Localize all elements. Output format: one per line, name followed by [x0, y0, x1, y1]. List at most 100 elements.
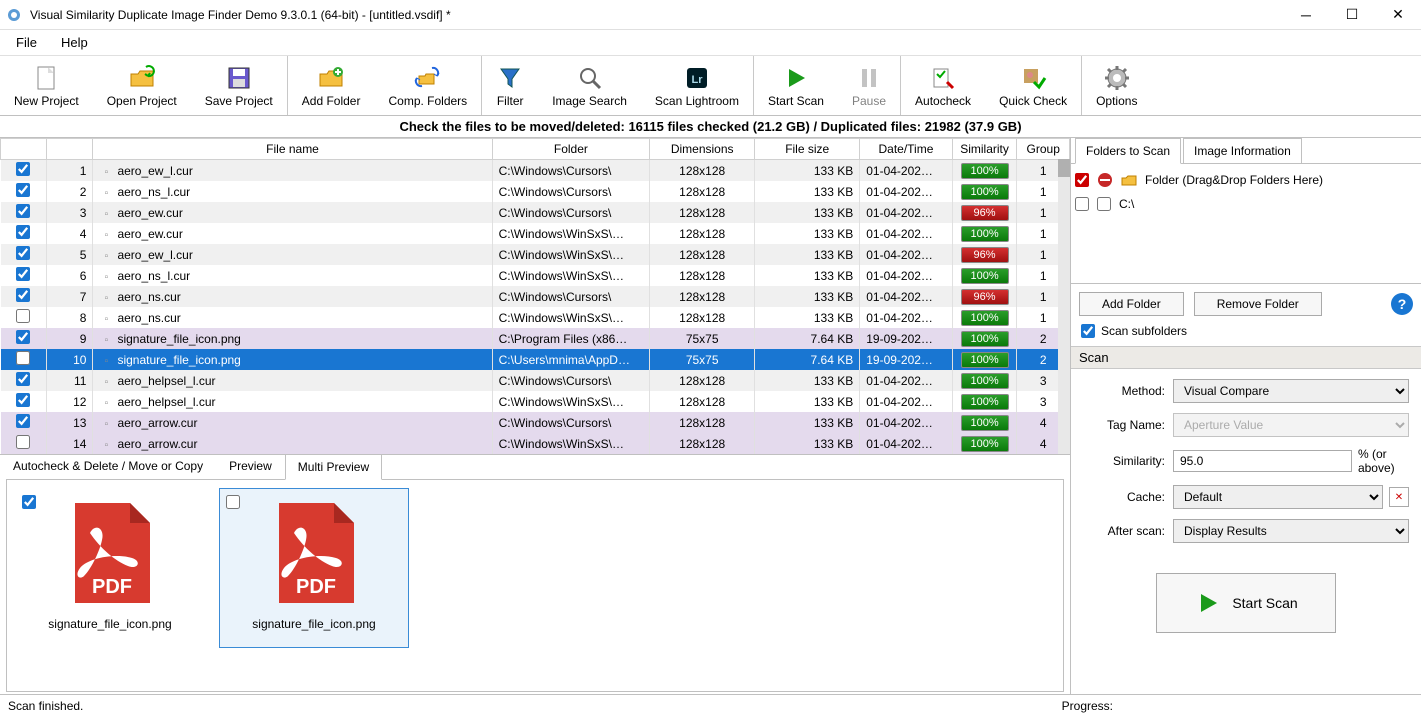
- col-name[interactable]: File name: [93, 139, 492, 160]
- maximize-button[interactable]: ☐: [1329, 0, 1375, 30]
- open-project-button[interactable]: Open Project: [93, 56, 191, 115]
- row-checkbox[interactable]: [16, 225, 30, 239]
- table-row[interactable]: 9▫signature_file_icon.pngC:\Program File…: [1, 328, 1070, 349]
- app-icon: [6, 7, 22, 23]
- row-checkbox[interactable]: [16, 351, 30, 365]
- options-button[interactable]: Options: [1082, 56, 1151, 115]
- autocheck-button[interactable]: Autocheck: [901, 56, 985, 115]
- table-row[interactable]: 4▫aero_ew.curC:\Windows\WinSxS\…128x1281…: [1, 223, 1070, 244]
- table-row[interactable]: 2▫aero_ns_l.curC:\Windows\Cursors\128x12…: [1, 181, 1070, 202]
- thumb-checkbox[interactable]: [226, 495, 240, 509]
- scrollbar-thumb[interactable]: [1058, 159, 1070, 177]
- row-checkbox[interactable]: [16, 246, 30, 260]
- datetime-cell: 01-04-202…: [860, 244, 952, 265]
- col-group[interactable]: Group: [1017, 139, 1070, 160]
- folder-row-checkbox[interactable]: [1075, 197, 1089, 211]
- add-folder-button[interactable]: Add Folder: [288, 56, 375, 115]
- add-folder-right-button[interactable]: Add Folder: [1079, 292, 1184, 316]
- similarity-cell: 100%: [952, 265, 1017, 286]
- row-checkbox[interactable]: [16, 414, 30, 428]
- folder-row-checkbox[interactable]: [1075, 173, 1089, 187]
- table-row[interactable]: 5▫aero_ew_l.curC:\Windows\WinSxS\…128x12…: [1, 244, 1070, 265]
- menu-help[interactable]: Help: [51, 31, 98, 54]
- row-checkbox[interactable]: [16, 162, 30, 176]
- tab-folders-to-scan[interactable]: Folders to Scan: [1075, 138, 1181, 164]
- comp-folders-button[interactable]: Comp. Folders: [374, 56, 481, 115]
- close-button[interactable]: ✕: [1375, 0, 1421, 30]
- col-dimensions[interactable]: Dimensions: [650, 139, 755, 160]
- quick-check-button[interactable]: Quick Check: [985, 56, 1081, 115]
- file-icon: ▫: [99, 230, 113, 241]
- tab-autocheck-delete[interactable]: Autocheck & Delete / Move or Copy: [0, 453, 216, 479]
- image-search-button[interactable]: Image Search: [538, 56, 641, 115]
- col-checkbox[interactable]: [1, 139, 47, 160]
- start-scan-button[interactable]: Start Scan: [754, 56, 838, 115]
- row-checkbox[interactable]: [16, 204, 30, 218]
- pause-button[interactable]: Pause: [838, 56, 900, 115]
- dimensions-cell: 128x128: [650, 181, 755, 202]
- file-icon: ▫: [99, 356, 113, 367]
- preview-thumbnail[interactable]: PDFsignature_file_icon.png: [219, 488, 409, 648]
- scan-subfolders-checkbox[interactable]: [1081, 324, 1095, 338]
- folder-path: C:\: [1119, 197, 1134, 211]
- filter-button[interactable]: Filter: [482, 56, 538, 115]
- file-name-cell: ▫aero_ns.cur: [93, 286, 492, 307]
- row-checkbox[interactable]: [16, 435, 30, 449]
- table-row[interactable]: 12▫aero_helpsel_l.curC:\Windows\WinSxS\……: [1, 391, 1070, 412]
- table-row[interactable]: 6▫aero_ns_l.curC:\Windows\WinSxS\…128x12…: [1, 265, 1070, 286]
- help-icon[interactable]: ?: [1391, 293, 1413, 315]
- tagname-select[interactable]: Aperture Value: [1173, 413, 1409, 437]
- dimensions-cell: 128x128: [650, 202, 755, 223]
- method-select[interactable]: Visual Compare: [1173, 379, 1409, 403]
- row-checkbox[interactable]: [16, 372, 30, 386]
- similarity-input[interactable]: [1173, 450, 1352, 472]
- col-number[interactable]: [47, 139, 93, 160]
- cache-select[interactable]: Default: [1173, 485, 1383, 509]
- clear-cache-button[interactable]: ✕: [1389, 487, 1409, 507]
- table-row[interactable]: 10▫signature_file_icon.pngC:\Users\mnima…: [1, 349, 1070, 370]
- table-row[interactable]: 3▫aero_ew.curC:\Windows\Cursors\128x1281…: [1, 202, 1070, 223]
- table-row[interactable]: 11▫aero_helpsel_l.curC:\Windows\Cursors\…: [1, 370, 1070, 391]
- thumb-checkbox[interactable]: [22, 495, 36, 509]
- thumb-label: signature_file_icon.png: [252, 617, 375, 631]
- table-scrollbar[interactable]: [1058, 159, 1070, 454]
- col-similarity[interactable]: Similarity: [952, 139, 1017, 160]
- results-table[interactable]: File name Folder Dimensions File size Da…: [0, 138, 1070, 454]
- datetime-cell: 01-04-202…: [860, 265, 952, 286]
- scan-lightroom-button[interactable]: LrScan Lightroom: [641, 56, 753, 115]
- folder-protect-checkbox[interactable]: [1097, 197, 1111, 211]
- afterscan-select[interactable]: Display Results: [1173, 519, 1409, 543]
- remove-folder-button[interactable]: Remove Folder: [1194, 292, 1322, 316]
- file-icon: ▫: [99, 293, 113, 304]
- save-project-button[interactable]: Save Project: [191, 56, 287, 115]
- tab-image-information[interactable]: Image Information: [1183, 138, 1302, 163]
- table-row[interactable]: 7▫aero_ns.curC:\Windows\Cursors\128x1281…: [1, 286, 1070, 307]
- funnel-icon: [496, 64, 524, 92]
- dimensions-cell: 128x128: [650, 370, 755, 391]
- start-scan-big-button[interactable]: Start Scan: [1156, 573, 1336, 633]
- table-row[interactable]: 1▫aero_ew_l.curC:\Windows\Cursors\128x12…: [1, 160, 1070, 182]
- col-filesize[interactable]: File size: [755, 139, 860, 160]
- table-row[interactable]: 14▫aero_arrow.curC:\Windows\WinSxS\…128x…: [1, 433, 1070, 454]
- thumb-image: PDF: [55, 493, 165, 613]
- folder-cell: C:\Windows\WinSxS\…: [492, 307, 650, 328]
- col-folder[interactable]: Folder: [492, 139, 650, 160]
- row-checkbox[interactable]: [16, 393, 30, 407]
- row-checkbox[interactable]: [16, 288, 30, 302]
- datetime-cell: 01-04-202…: [860, 181, 952, 202]
- menubar: File Help: [0, 30, 1421, 56]
- menu-file[interactable]: File: [6, 31, 47, 54]
- new-project-button[interactable]: New Project: [0, 56, 93, 115]
- row-checkbox[interactable]: [16, 309, 30, 323]
- table-row[interactable]: 8▫aero_ns.curC:\Windows\WinSxS\…128x1281…: [1, 307, 1070, 328]
- row-checkbox[interactable]: [16, 330, 30, 344]
- tab-multi-preview[interactable]: Multi Preview: [285, 454, 382, 480]
- table-row[interactable]: 13▫aero_arrow.curC:\Windows\Cursors\128x…: [1, 412, 1070, 433]
- row-number: 5: [47, 244, 93, 265]
- row-checkbox[interactable]: [16, 267, 30, 281]
- minimize-button[interactable]: ─: [1283, 0, 1329, 30]
- tab-preview[interactable]: Preview: [216, 453, 285, 479]
- preview-thumbnail[interactable]: PDFsignature_file_icon.png: [15, 488, 205, 648]
- col-datetime[interactable]: Date/Time: [860, 139, 952, 160]
- row-checkbox[interactable]: [16, 183, 30, 197]
